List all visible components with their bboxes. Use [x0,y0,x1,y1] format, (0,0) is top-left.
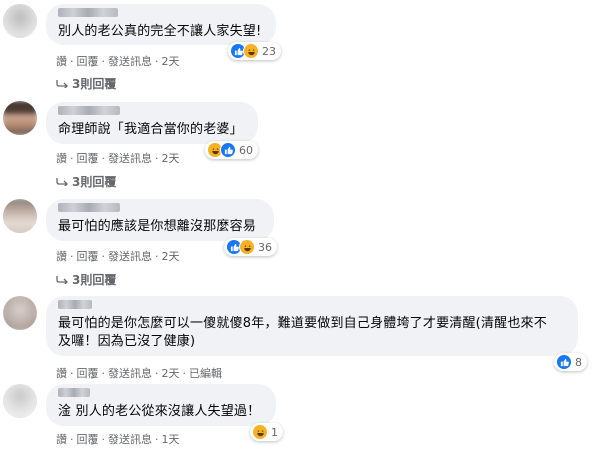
reaction-count: 60 [239,143,253,157]
reaction-summary[interactable]: 36 [224,238,277,256]
reaction-summary[interactable]: 60 [205,141,258,159]
commenter-name[interactable] [58,8,118,17]
commenter-name[interactable] [58,300,92,309]
timestamp[interactable]: 1天 [162,431,180,447]
timestamp[interactable]: 2天 [162,53,180,69]
reaction-summary[interactable]: 8 [554,353,587,371]
like-link[interactable]: 讚 [56,150,67,166]
reaction-count: 8 [575,355,582,369]
comment-text: 淦 別人的老公從來沒讓人失望過！ [58,404,261,419]
comment-bubble: 淦 別人的老公從來沒讓人失望過！ [46,384,276,426]
haha-icon [243,43,259,59]
reaction-count: 1 [271,425,278,439]
timestamp[interactable]: 2天 [162,365,180,381]
view-replies-button[interactable]: 3則回覆 [56,173,116,190]
comment-text: 最可怕的應該是你想離沒那麼容易 [58,219,257,234]
comment-actions: 讚 · 回覆 · 發送訊息 · 2天 [56,150,180,166]
reply-link[interactable]: 回覆 [77,248,99,264]
comment-actions: 讚 · 回覆 · 發送訊息 · 2天 [56,248,180,264]
comment-text: 命理師說「我適合當你的老婆」 [58,122,243,137]
reply-link[interactable]: 回覆 [77,53,99,69]
reply-link[interactable]: 回覆 [77,431,99,447]
timestamp[interactable]: 2天 [162,150,180,166]
comment-bubble: 別人的老公真的完全不讓人家失望! [46,4,276,45]
reply-arrow-icon [56,80,68,88]
haha-icon [239,239,255,255]
avatar[interactable] [3,296,37,330]
like-icon [220,142,236,158]
haha-icon [252,424,268,440]
reply-link[interactable]: 回覆 [77,365,99,381]
message-link[interactable]: 發送訊息 [108,150,152,166]
comment-bubble: 命理師說「我適合當你的老婆」 [46,102,258,144]
comment-actions: 讚 · 回覆 · 發送訊息 · 1天 [56,431,180,447]
avatar[interactable] [3,101,37,135]
like-icon [556,354,572,370]
avatar[interactable] [3,199,37,233]
timestamp[interactable]: 2天 [162,248,180,264]
message-link[interactable]: 發送訊息 [108,53,152,69]
reply-arrow-icon [56,276,68,284]
reply-link[interactable]: 回覆 [77,150,99,166]
like-link[interactable]: 讚 [56,248,67,264]
message-link[interactable]: 發送訊息 [108,365,152,381]
message-link[interactable]: 發送訊息 [108,431,152,447]
comment-bubble: 最可怕的是你怎麼可以一傻就傻8年，難道要做到自己身體垮了才要清醒(清醒也來不 及… [46,296,578,356]
like-link[interactable]: 讚 [56,431,67,447]
like-link[interactable]: 讚 [56,53,67,69]
view-replies-button[interactable]: 3則回覆 [56,271,116,288]
reaction-count: 36 [258,240,272,254]
reaction-summary[interactable]: 1 [250,423,283,441]
message-link[interactable]: 發送訊息 [108,248,152,264]
reaction-count: 23 [262,44,276,58]
avatar[interactable] [3,384,37,418]
comment-text: 別人的老公真的完全不讓人家失望! [58,24,262,39]
comment-actions: 讚 · 回覆 · 發送訊息 · 2天 · 已編輯 [56,365,222,381]
reaction-summary[interactable]: 23 [228,42,281,60]
commenter-name[interactable] [58,106,120,115]
commenter-name[interactable] [58,203,120,212]
view-replies-button[interactable]: 3則回覆 [56,75,116,92]
edited-label[interactable]: 已編輯 [189,365,222,381]
comment-actions: 讚 · 回覆 · 發送訊息 · 2天 [56,53,180,69]
comment-bubble: 最可怕的應該是你想離沒那麼容易 [46,199,274,241]
commenter-name[interactable] [58,388,90,397]
avatar[interactable] [3,4,37,38]
comment-text: 最可怕的是你怎麼可以一傻就傻8年，難道要做到自己身體垮了才要清醒(清醒也來不 及… [58,316,547,349]
reply-arrow-icon [56,178,68,186]
like-link[interactable]: 讚 [56,365,67,381]
